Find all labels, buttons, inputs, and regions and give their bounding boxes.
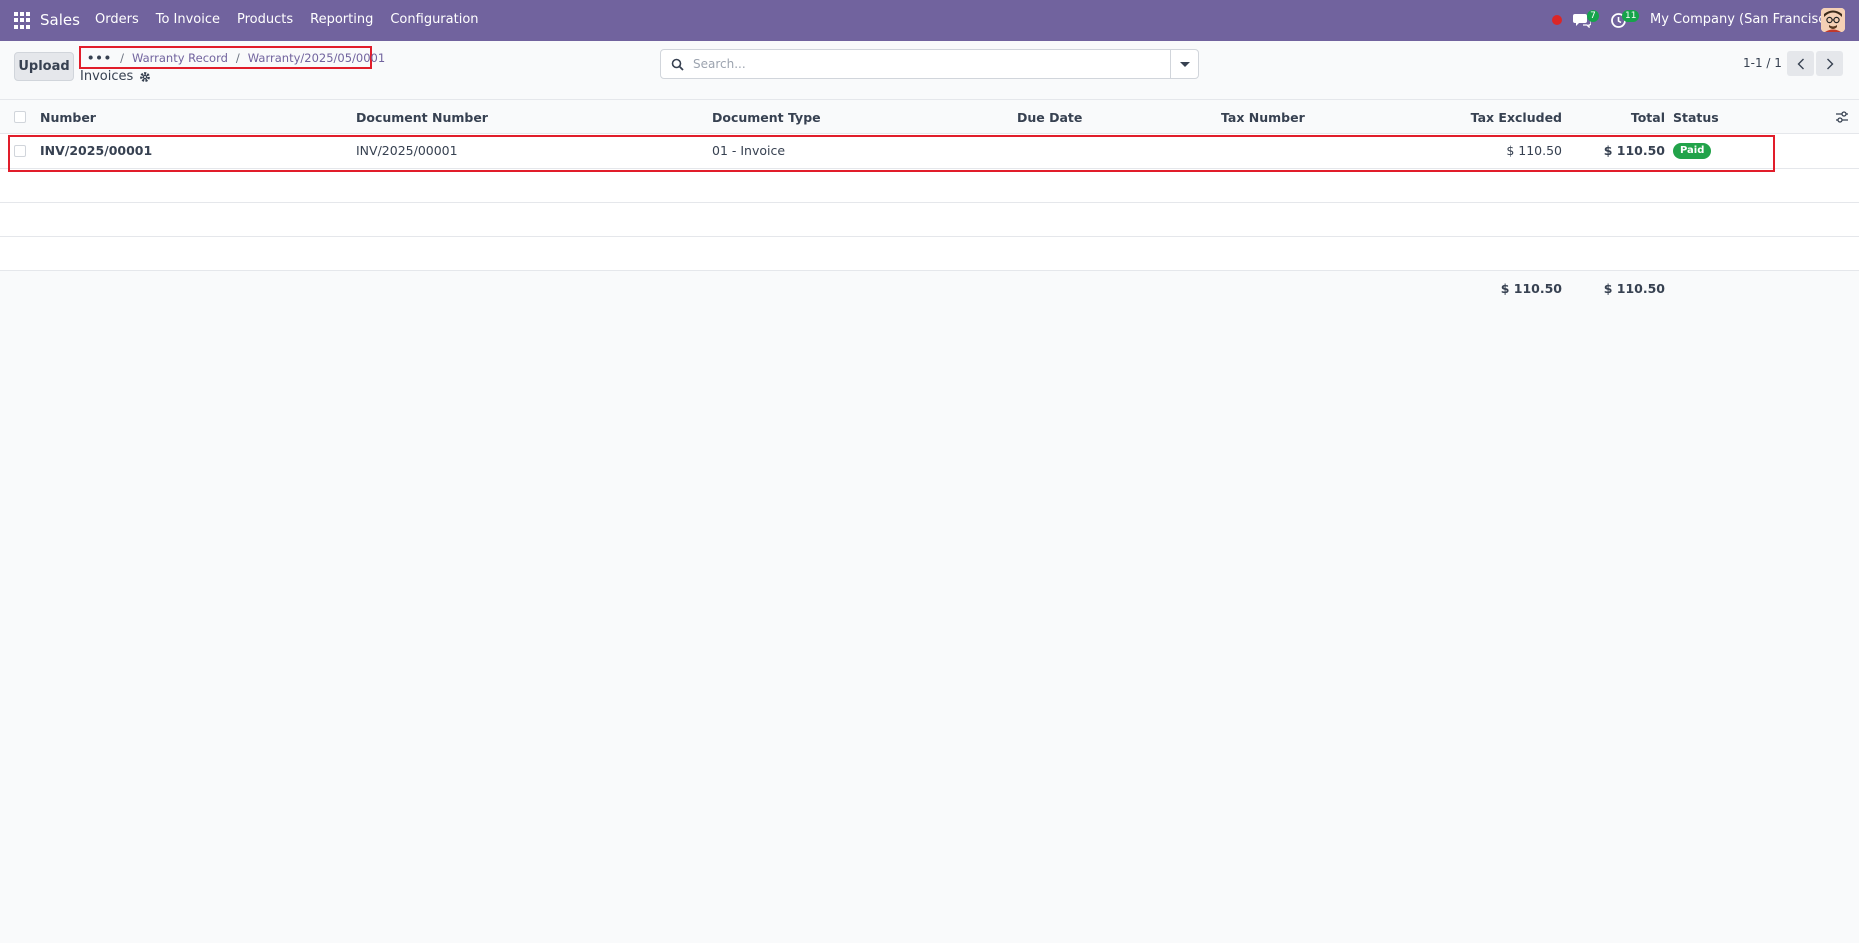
page-title: Invoices [80, 69, 151, 84]
user-avatar[interactable] [1821, 8, 1845, 32]
pager-previous-button[interactable] [1787, 51, 1814, 76]
menu-item-reporting[interactable]: Reporting [310, 12, 373, 27]
menu-item-products[interactable]: Products [237, 12, 293, 27]
empty-row [0, 169, 1859, 203]
search-input[interactable] [693, 54, 1113, 74]
column-header-tax-number[interactable]: Tax Number [1221, 110, 1305, 125]
breadcrumb: ••• / Warranty Record / Warranty/2025/05… [79, 46, 385, 69]
column-header-number[interactable]: Number [40, 110, 96, 125]
table-header: Number Document Number Document Type Due… [0, 99, 1859, 134]
row-checkbox[interactable] [14, 145, 26, 157]
column-header-tax-excluded[interactable]: Tax Excluded [1471, 110, 1562, 125]
search-bar [660, 49, 1199, 79]
select-all-checkbox[interactable] [14, 111, 26, 123]
breadcrumb-ellipsis[interactable]: ••• [87, 51, 112, 65]
chevron-right-icon [1826, 58, 1833, 69]
column-header-document-type[interactable]: Document Type [712, 110, 821, 125]
company-switcher[interactable]: My Company (San Francisco) [1650, 12, 1838, 27]
pager-value[interactable]: 1-1 / 1 [1743, 56, 1782, 70]
pager-next-button[interactable] [1816, 51, 1843, 76]
empty-row [0, 203, 1859, 237]
cell-tax-excluded: $ 110.50 [1506, 143, 1562, 158]
sliders-icon[interactable] [1835, 111, 1849, 123]
breadcrumb-warranty-record[interactable]: Warranty Record [132, 51, 228, 65]
column-header-document-number[interactable]: Document Number [356, 110, 488, 125]
total-amount: $ 110.50 [1603, 281, 1665, 296]
column-header-due-date[interactable]: Due Date [1017, 110, 1082, 125]
breadcrumb-separator: / [120, 50, 124, 65]
menu-item-configuration[interactable]: Configuration [390, 12, 478, 27]
cell-document-number: INV/2025/00001 [356, 143, 458, 158]
upload-button[interactable]: Upload [14, 52, 74, 81]
breadcrumb-warranty-ref[interactable]: Warranty/2025/05/0001 [248, 51, 385, 65]
cell-number: INV/2025/00001 [40, 143, 153, 158]
search-options-toggle[interactable] [1170, 50, 1198, 78]
apps-grid-icon[interactable] [14, 12, 31, 29]
cell-document-type: 01 - Invoice [712, 143, 786, 158]
app-name[interactable]: Sales [40, 11, 80, 29]
empty-row [0, 237, 1859, 271]
column-header-status[interactable]: Status [1673, 110, 1719, 125]
messages-count-badge: 7 [1587, 10, 1599, 22]
page-title-text: Invoices [80, 69, 134, 84]
cell-total: $ 110.50 [1603, 143, 1665, 158]
breadcrumb-separator: / [235, 50, 240, 65]
gear-icon[interactable] [139, 71, 151, 83]
chevron-left-icon [1797, 58, 1804, 69]
menu-item-orders[interactable]: Orders [95, 12, 139, 27]
search-icon [671, 58, 684, 71]
caret-down-icon [1179, 61, 1190, 67]
table-footer-totals: $ 110.50 $ 110.50 [0, 271, 1859, 306]
top-navbar: Sales Orders To Invoice Products Reporti… [0, 0, 1859, 41]
column-header-total[interactable]: Total [1631, 110, 1665, 125]
activities-count-badge: 11 [1622, 10, 1640, 22]
status-badge: Paid [1673, 143, 1712, 159]
menu-item-to-invoice[interactable]: To Invoice [156, 12, 220, 27]
table-row[interactable]: INV/2025/00001 INV/2025/00001 01 - Invoi… [0, 134, 1859, 169]
invoice-list: Number Document Number Document Type Due… [0, 99, 1859, 306]
main-menu: Orders To Invoice Products Reporting Con… [95, 12, 496, 27]
total-tax-excluded: $ 110.50 [1500, 281, 1562, 296]
record-status-icon[interactable] [1552, 15, 1562, 25]
